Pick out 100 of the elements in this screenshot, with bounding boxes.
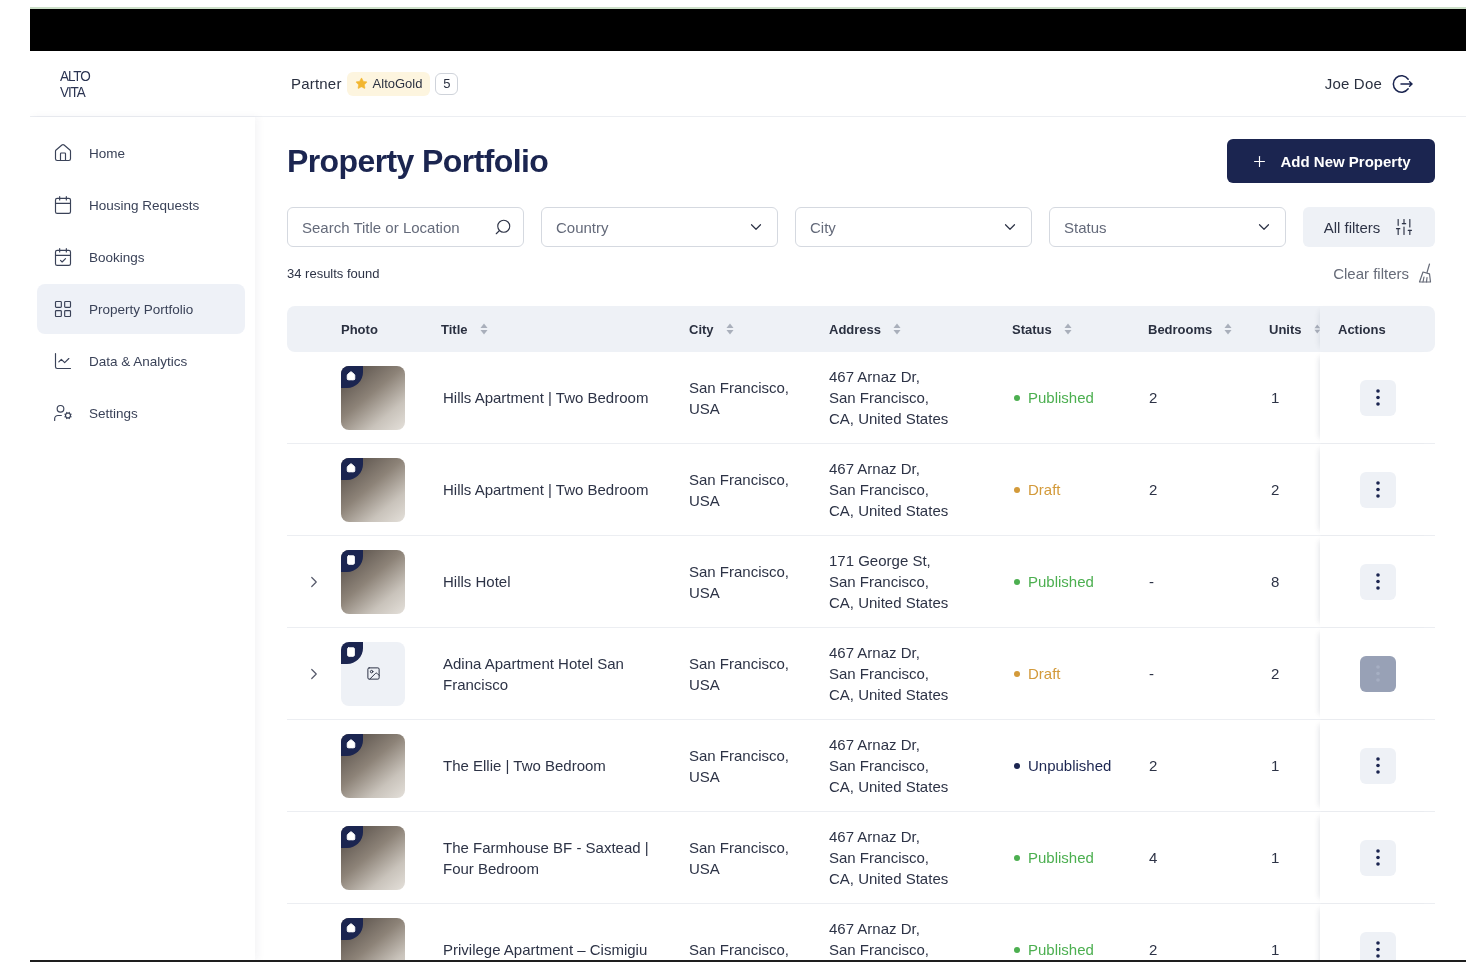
- address-text: 171 George St, San Francisco, CA, United States: [829, 552, 949, 611]
- city-text: San Francisco, USA: [689, 469, 790, 511]
- calendar-check-icon: [53, 247, 73, 267]
- address-text: 467 Arnaz Dr, San Francisco, CA, United States: [829, 736, 949, 795]
- all-filters-button[interactable]: All filters: [1303, 207, 1435, 247]
- column-header[interactable]: Status: [1012, 321, 1052, 337]
- more-options-button[interactable]: [1359, 471, 1396, 508]
- search-field[interactable]: Search Title or Location: [287, 207, 524, 247]
- sliders-icon: [1394, 217, 1415, 237]
- status-label: Draft: [1028, 480, 1061, 500]
- column-header: Actions: [1338, 321, 1386, 337]
- more-vertical-icon: [1375, 757, 1380, 774]
- units-count: 2: [1270, 480, 1280, 500]
- more-vertical-icon: [1375, 573, 1380, 590]
- units-count: 8: [1270, 572, 1280, 592]
- bedrooms-count: 4: [1148, 848, 1158, 868]
- add-property-button[interactable]: Add New Property: [1227, 139, 1435, 183]
- column-header[interactable]: Units: [1269, 321, 1302, 337]
- property-title: Hills Apartment | Two Bedroom: [442, 388, 649, 408]
- units-count: 2: [1270, 664, 1280, 684]
- results-count: 34 results found: [287, 265, 380, 281]
- broom-icon[interactable]: [1418, 263, 1432, 283]
- property-title: Hills Hotel: [442, 572, 511, 592]
- more-vertical-icon: [1375, 849, 1380, 866]
- column-header[interactable]: Address: [829, 321, 882, 337]
- bedrooms-count: 2: [1148, 940, 1158, 960]
- status-label: Published: [1028, 388, 1094, 408]
- clear-filters-button[interactable]: Clear filters: [1333, 263, 1435, 283]
- house-icon: [341, 917, 363, 940]
- page-title: Property Portfolio: [287, 142, 549, 180]
- count-badge: 5: [435, 72, 459, 95]
- more-vertical-icon: [1375, 941, 1380, 958]
- property-title: Adina Apartment Hotel San Francisco: [442, 653, 625, 695]
- sidebar-item[interactable]: Housing Requests: [37, 180, 245, 230]
- city-text: San Francisco,: [689, 940, 790, 960]
- city-text: San Francisco, USA: [689, 837, 790, 879]
- city-text: San Francisco, USA: [689, 377, 790, 419]
- city-text: San Francisco, USA: [689, 745, 790, 787]
- bedrooms-count: 2: [1148, 480, 1158, 500]
- column-header[interactable]: Bedrooms: [1148, 321, 1213, 337]
- property-title: Privilege Apartment – Cismigiu: [442, 940, 648, 960]
- more-options-button[interactable]: [1359, 655, 1396, 692]
- property-title: The Farmhouse BF - Saxtead | Four Bedroom: [442, 837, 650, 879]
- address-text: 467 Arnaz Dr, San Francisco, CA, United States: [829, 460, 949, 519]
- more-options-button[interactable]: [1359, 747, 1396, 784]
- more-options-button[interactable]: [1359, 379, 1396, 416]
- bedrooms-count: -: [1148, 664, 1154, 684]
- filter-dropdown[interactable]: Status: [1049, 207, 1286, 247]
- status-label: Published: [1028, 572, 1094, 592]
- calendar-icon: [53, 195, 73, 215]
- user-name[interactable]: Joe Doe: [1324, 75, 1382, 92]
- status-label: Draft: [1028, 664, 1061, 684]
- filter-dropdown[interactable]: City: [795, 207, 1032, 247]
- house-icon: [341, 365, 363, 388]
- status-label: Published: [1028, 848, 1094, 868]
- status-label: Unpublished: [1028, 756, 1112, 776]
- star-icon: [354, 77, 368, 90]
- bedrooms-count: 2: [1148, 756, 1158, 776]
- address-text: 467 Arnaz Dr, San Francisco,: [829, 920, 930, 958]
- logo: ALTO VITA: [60, 67, 90, 100]
- user-gear-icon: [53, 403, 73, 423]
- city-text: San Francisco, USA: [689, 561, 790, 603]
- city-text: San Francisco, USA: [689, 653, 790, 695]
- filter-dropdown[interactable]: Country: [541, 207, 778, 247]
- house-icon: [53, 143, 73, 163]
- units-count: 1: [1270, 756, 1280, 776]
- logout-icon[interactable]: [1392, 73, 1413, 94]
- line-chart-icon: [53, 351, 73, 371]
- search-icon[interactable]: [494, 218, 512, 236]
- column-header[interactable]: Title: [441, 321, 468, 337]
- address-text: 467 Arnaz Dr, San Francisco, CA, United States: [829, 644, 949, 703]
- units-count: 1: [1270, 388, 1280, 408]
- property-title: Hills Apartment | Two Bedroom: [442, 480, 649, 500]
- building-icon: [341, 549, 363, 572]
- bedrooms-count: -: [1148, 572, 1154, 592]
- address-text: 467 Arnaz Dr, San Francisco, CA, United States: [829, 828, 949, 887]
- sidebar-item[interactable]: Property Portfolio: [37, 284, 245, 334]
- column-header: Photo: [341, 321, 378, 337]
- house-icon: [341, 825, 363, 848]
- more-vertical-icon: [1375, 389, 1380, 406]
- house-icon: [341, 457, 363, 480]
- role-label: Partner: [291, 75, 342, 92]
- sidebar-item[interactable]: Data & Analytics: [37, 336, 245, 386]
- building-icon: [341, 641, 363, 664]
- more-vertical-icon: [1375, 481, 1380, 498]
- sidebar-item[interactable]: Home: [37, 128, 245, 178]
- tier-badge: AltoGold: [346, 71, 431, 96]
- sidebar-item[interactable]: Bookings: [37, 232, 245, 282]
- house-icon: [341, 733, 363, 756]
- column-header[interactable]: City: [689, 321, 714, 337]
- units-count: 1: [1270, 940, 1280, 960]
- units-count: 1: [1270, 848, 1280, 868]
- sidebar-item[interactable]: Settings: [37, 388, 245, 438]
- address-text: 467 Arnaz Dr, San Francisco, CA, United States: [829, 368, 949, 427]
- more-options-button[interactable]: [1359, 931, 1396, 960]
- more-options-button[interactable]: [1359, 839, 1396, 876]
- property-title: The Ellie | Two Bedroom: [442, 756, 606, 776]
- status-label: Published: [1028, 940, 1094, 960]
- more-options-button[interactable]: [1359, 563, 1396, 600]
- bedrooms-count: 2: [1148, 388, 1158, 408]
